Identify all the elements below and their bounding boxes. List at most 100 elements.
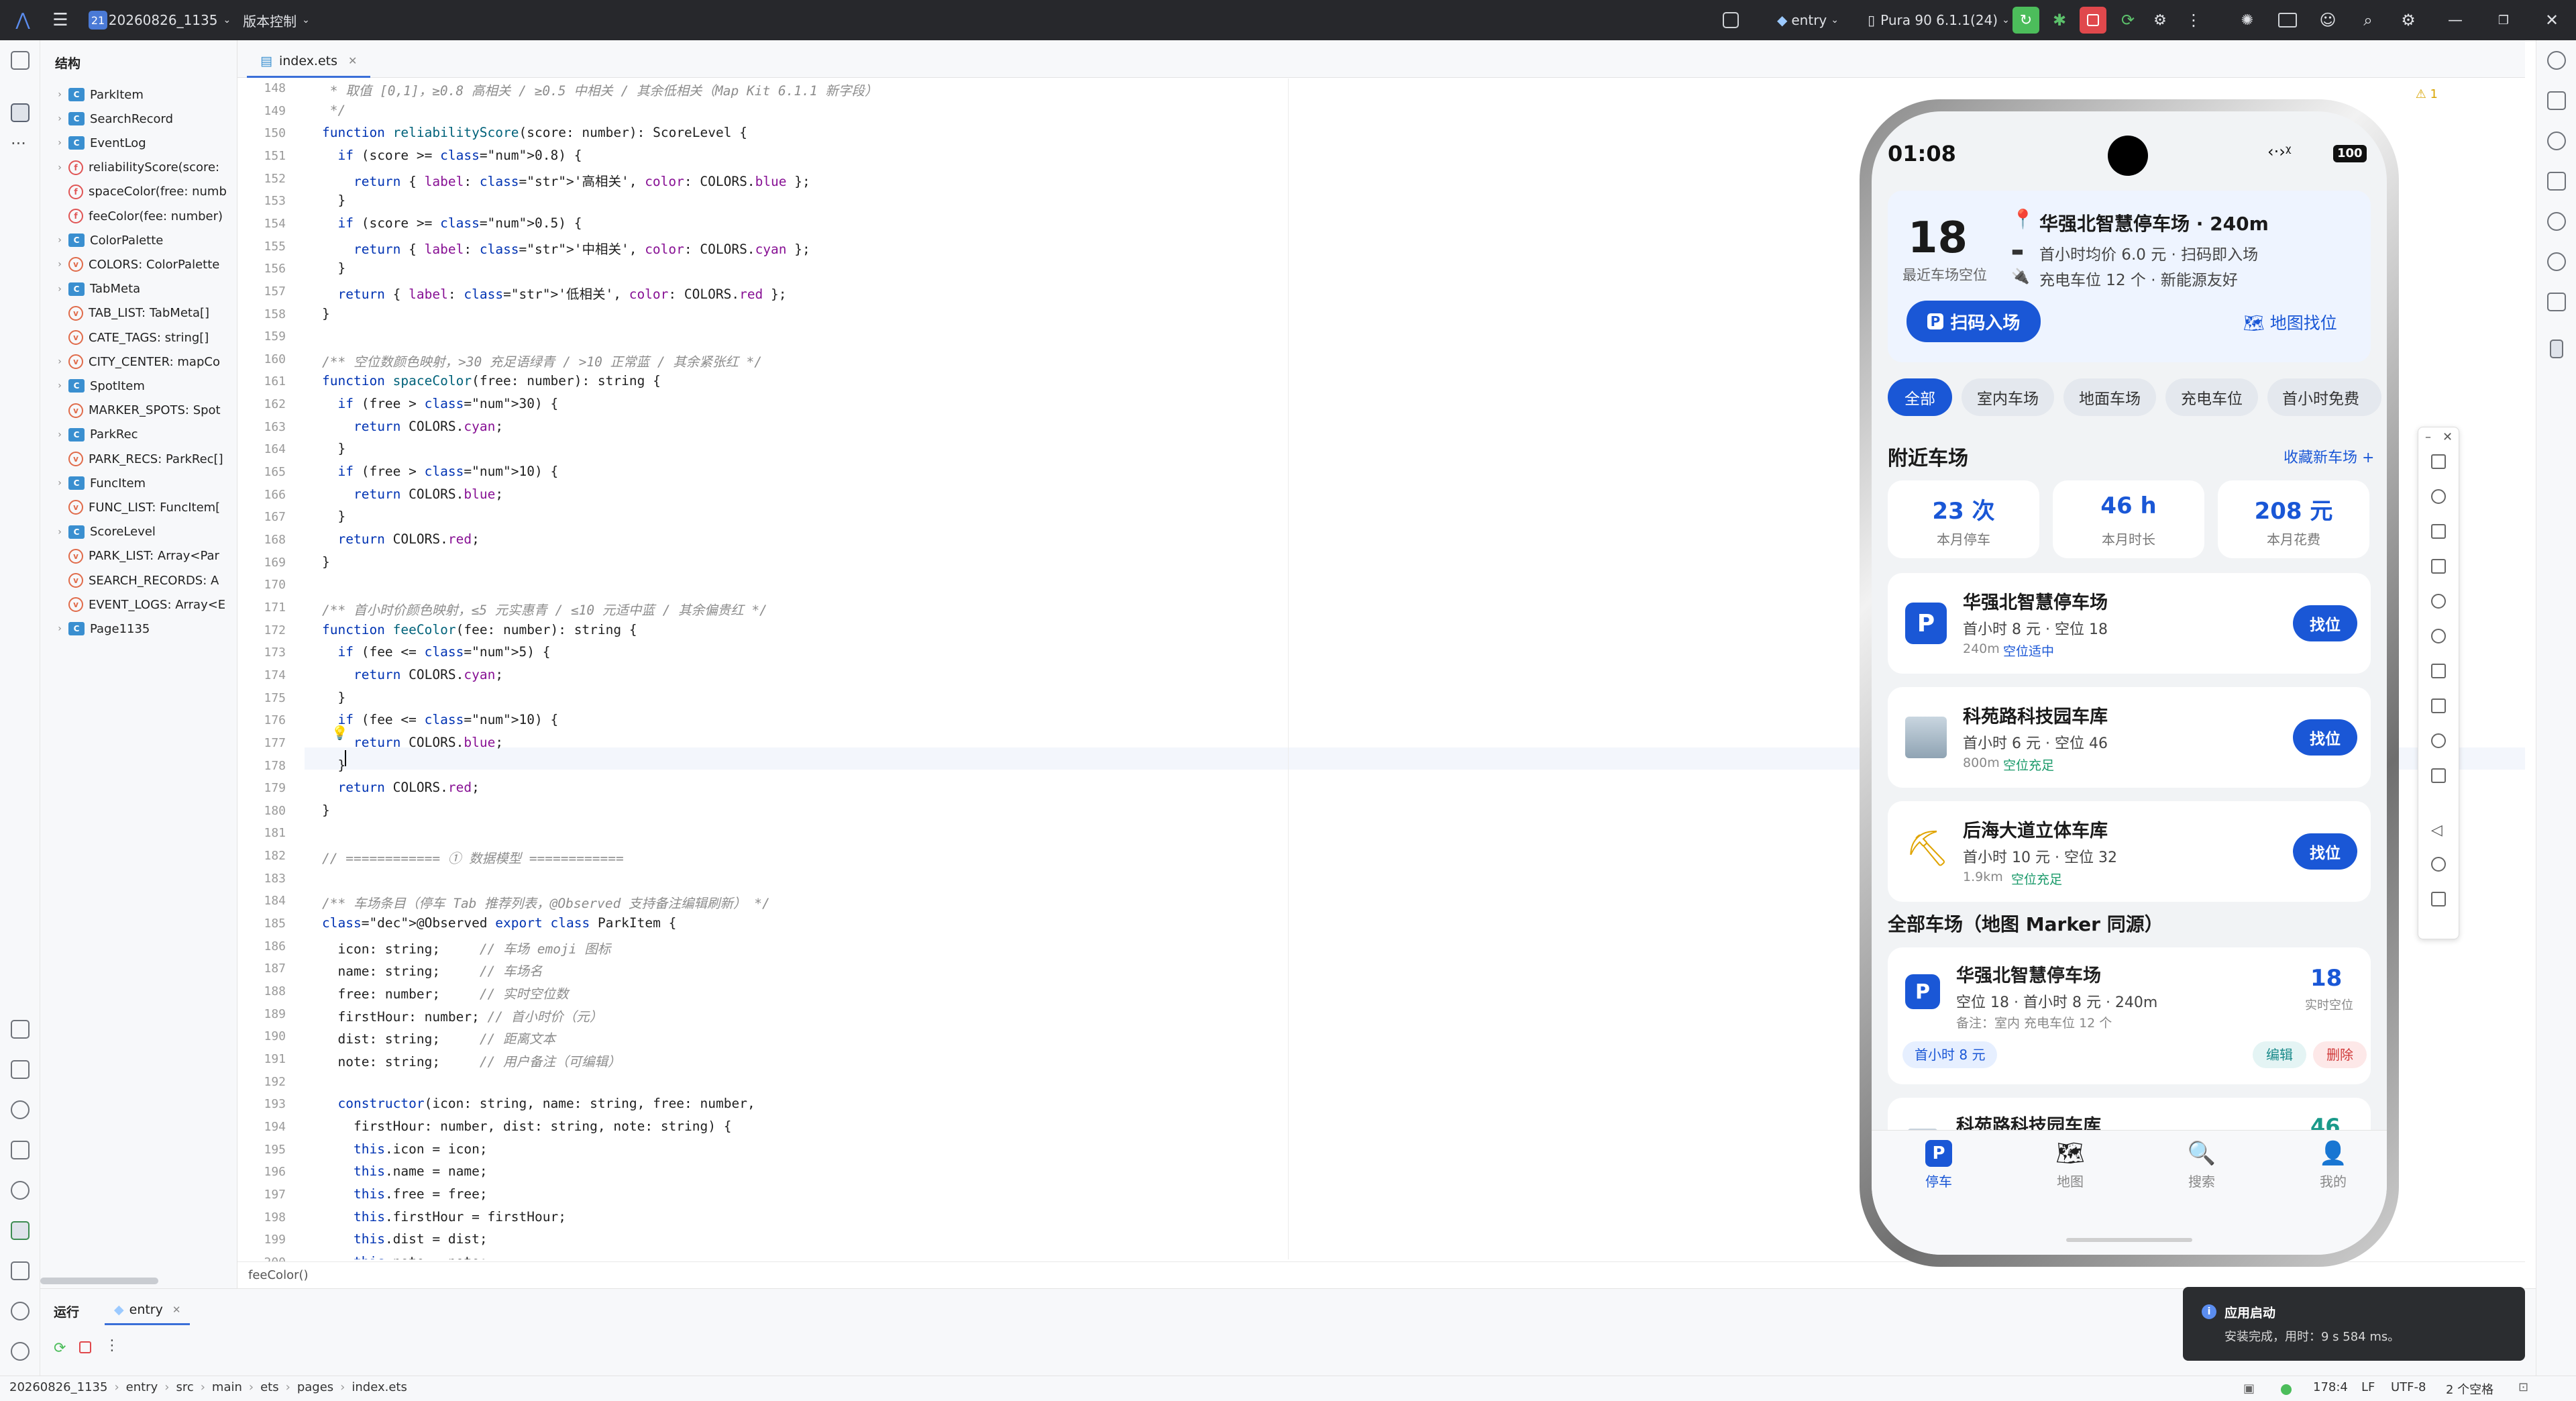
nearby-lot-card[interactable]: 科苑路科技园车库 首小时 6 元 · 空位 46 800m 空位充足 找位 bbox=[1888, 687, 2371, 788]
code-line[interactable]: return { label: class="str">'中相关', color… bbox=[322, 238, 810, 258]
code-line[interactable]: } bbox=[322, 306, 330, 321]
menu-icon[interactable] bbox=[2431, 454, 2446, 469]
code-line[interactable]: function reliabilityScore(score: number)… bbox=[322, 125, 747, 140]
home-icon[interactable] bbox=[2431, 857, 2446, 872]
module-selector[interactable]: ◆ entry ⌄ bbox=[1771, 0, 1845, 40]
back-icon[interactable]: ◁ bbox=[2431, 822, 2443, 839]
indent-setting[interactable]: 2 个空格 bbox=[2446, 1380, 2493, 1398]
expand-arrow-icon[interactable]: › bbox=[51, 527, 68, 537]
structure-icon[interactable] bbox=[11, 103, 30, 122]
structure-item[interactable]: › C TabMeta bbox=[51, 278, 140, 301]
volume-up-icon[interactable] bbox=[2431, 664, 2446, 678]
code-line[interactable]: * 取值 [0,1]，≥0.8 高相关 / ≥0.5 中相关 / 其余低相关（M… bbox=[322, 80, 878, 99]
breadcrumb-item[interactable]: main bbox=[212, 1380, 242, 1394]
device-selector[interactable]: ▯ Pura 90 6.1.1(24) ⌄ bbox=[1858, 0, 2019, 40]
inspector-icon[interactable] bbox=[2547, 252, 2566, 271]
code-line[interactable]: } bbox=[322, 554, 330, 570]
code-line[interactable]: dist: string; // 距离文本 bbox=[322, 1028, 555, 1047]
find-spot-button[interactable]: 找位 bbox=[2293, 833, 2357, 870]
close-tab-icon[interactable]: ✕ bbox=[348, 54, 357, 67]
log-icon[interactable] bbox=[11, 1020, 30, 1039]
code-line[interactable]: this.icon = icon; bbox=[322, 1141, 488, 1157]
rotate-icon[interactable] bbox=[2431, 524, 2446, 539]
code-line[interactable]: // ============ ① 数据模型 ============ bbox=[322, 847, 624, 867]
structure-item[interactable]: › C ParkRec bbox=[51, 423, 138, 446]
readonly-toggle-icon[interactable]: ⊡ bbox=[2518, 1380, 2528, 1394]
code-line[interactable]: /** 车场条目（停车 Tab 推荐列表，@Observed 支持备注编辑刷新）… bbox=[322, 892, 770, 912]
structure-item[interactable]: v PARK_LIST: Array<Par bbox=[51, 545, 219, 568]
intention-bulb-icon[interactable]: 💡 bbox=[331, 725, 348, 741]
expand-arrow-icon[interactable]: › bbox=[51, 284, 68, 295]
code-line[interactable]: } bbox=[322, 509, 345, 524]
close-run-tab-icon[interactable]: ✕ bbox=[172, 1304, 181, 1316]
stop-run-icon[interactable] bbox=[79, 1341, 91, 1353]
notification-toast[interactable]: i 应用启动 安装完成，用时：9 s 584 ms。 bbox=[2183, 1287, 2525, 1361]
nearby-lot-card[interactable]: ⛏ 后海大道立体车库 首小时 10 元 · 空位 32 1.9km 空位充足 找位 bbox=[1888, 801, 2371, 902]
folder-icon[interactable] bbox=[2274, 0, 2301, 40]
code-line[interactable]: } bbox=[322, 758, 345, 773]
terminal-icon[interactable] bbox=[11, 1261, 30, 1280]
search-icon[interactable]: ⌕ bbox=[2355, 0, 2381, 40]
structure-scrollbar[interactable] bbox=[40, 1278, 158, 1284]
code-line[interactable]: this.firstHour = firstHour; bbox=[322, 1209, 566, 1225]
breadcrumb-item[interactable]: index.ets bbox=[352, 1380, 407, 1394]
project-folder-icon[interactable] bbox=[11, 51, 30, 70]
code-line[interactable]: this.note = note; bbox=[322, 1254, 488, 1259]
home-indicator[interactable] bbox=[2066, 1238, 2192, 1242]
code-line[interactable]: } bbox=[322, 193, 345, 208]
code-line[interactable]: /** 首小时价颜色映射，≤5 元实惠青 / ≤10 元适中蓝 / 其余偏贵红 … bbox=[322, 599, 767, 619]
structure-item[interactable]: › C EventLog bbox=[51, 132, 146, 154]
cursor-position[interactable]: 178:4 bbox=[2313, 1380, 2348, 1394]
code-line[interactable]: /** 空位数颜色映射，>30 充足语绿青 / >10 正常蓝 / 其余紧张红 … bbox=[322, 351, 762, 370]
code-line[interactable]: this.dist = dist; bbox=[322, 1231, 488, 1247]
code-line[interactable]: return COLORS.blue; bbox=[322, 735, 503, 750]
find-spot-button[interactable]: 找位 bbox=[2293, 605, 2357, 641]
structure-item[interactable]: v EVENT_LOGS: Array<E bbox=[51, 593, 225, 616]
code-line[interactable]: if (score >= class="num">0.8) { bbox=[322, 148, 582, 163]
nearby-lot-card[interactable]: P 华强北智慧停车场 首小时 8 元 · 空位 18 240m 空位适中 找位 bbox=[1888, 573, 2371, 674]
code-line[interactable]: this.name = name; bbox=[322, 1163, 488, 1179]
all-lot-card[interactable]: P 华强北智慧停车场 空位 18 · 首小时 8 元 · 240m 备注：室内 … bbox=[1888, 947, 2371, 1084]
code-line[interactable]: if (free > class="num">30) { bbox=[322, 396, 558, 411]
expand-arrow-icon[interactable]: › bbox=[51, 259, 68, 270]
run-button[interactable]: ↻ bbox=[2012, 7, 2039, 34]
chip-ground[interactable]: 地面车场 bbox=[2063, 378, 2156, 416]
file-encoding[interactable]: UTF-8 bbox=[2391, 1380, 2426, 1394]
build-icon[interactable] bbox=[1717, 0, 1744, 40]
structure-item[interactable]: v PARK_RECS: ParkRec[] bbox=[51, 448, 223, 470]
profiler-tool-icon[interactable] bbox=[11, 1181, 30, 1200]
profiler-icon[interactable]: ⚙ bbox=[2147, 0, 2174, 40]
code-line[interactable]: return { label: class="str">'低相关', color… bbox=[322, 283, 786, 303]
code-line[interactable]: free: number; // 实时空位数 bbox=[322, 983, 568, 1002]
code-line[interactable]: constructor(icon: string, name: string, … bbox=[322, 1096, 755, 1111]
chip-charging[interactable]: 充电车位 bbox=[2165, 378, 2258, 416]
location-icon[interactable] bbox=[2431, 629, 2446, 643]
expand-arrow-icon[interactable]: › bbox=[51, 380, 68, 391]
breadcrumb-item[interactable]: ets bbox=[260, 1380, 279, 1394]
code-line[interactable]: function spaceColor(free: number): strin… bbox=[322, 373, 661, 388]
volume-down-icon[interactable] bbox=[2431, 698, 2446, 713]
tab-search[interactable]: 🔍 搜索 bbox=[2182, 1140, 2222, 1190]
structure-item[interactable]: v SEARCH_RECORDS: A bbox=[51, 569, 219, 592]
run-tool-icon[interactable] bbox=[11, 1221, 30, 1240]
structure-item[interactable]: v CATE_TAGS: string[] bbox=[51, 326, 209, 349]
problems-icon[interactable] bbox=[11, 1302, 30, 1320]
table-icon[interactable] bbox=[11, 1060, 30, 1079]
code-line[interactable]: function feeColor(fee: number): string { bbox=[322, 622, 637, 637]
tab-parking[interactable]: P 停车 bbox=[1919, 1140, 1959, 1190]
settings-gear-icon[interactable]: ✺ bbox=[2234, 0, 2261, 40]
database-icon[interactable] bbox=[2547, 212, 2566, 231]
chip-all[interactable]: 全部 bbox=[1888, 378, 1952, 416]
code-line[interactable]: return COLORS.red; bbox=[322, 780, 479, 795]
expand-arrow-icon[interactable]: › bbox=[51, 89, 68, 100]
hvigor-icon[interactable] bbox=[2547, 91, 2566, 110]
code-line[interactable]: return COLORS.blue; bbox=[322, 486, 503, 502]
expand-arrow-icon[interactable]: › bbox=[51, 356, 68, 367]
debug-icon[interactable]: ✱ bbox=[2046, 0, 2073, 40]
code-line[interactable]: name: string; // 车场名 bbox=[322, 960, 542, 980]
structure-item[interactable]: › C ScoreLevel bbox=[51, 521, 156, 543]
code-line[interactable]: this.free = free; bbox=[322, 1186, 488, 1202]
expand-arrow-icon[interactable]: › bbox=[51, 429, 68, 440]
chip-indoor[interactable]: 室内车场 bbox=[1962, 378, 2054, 416]
code-line[interactable]: if (fee <= class="num">10) { bbox=[322, 712, 558, 727]
